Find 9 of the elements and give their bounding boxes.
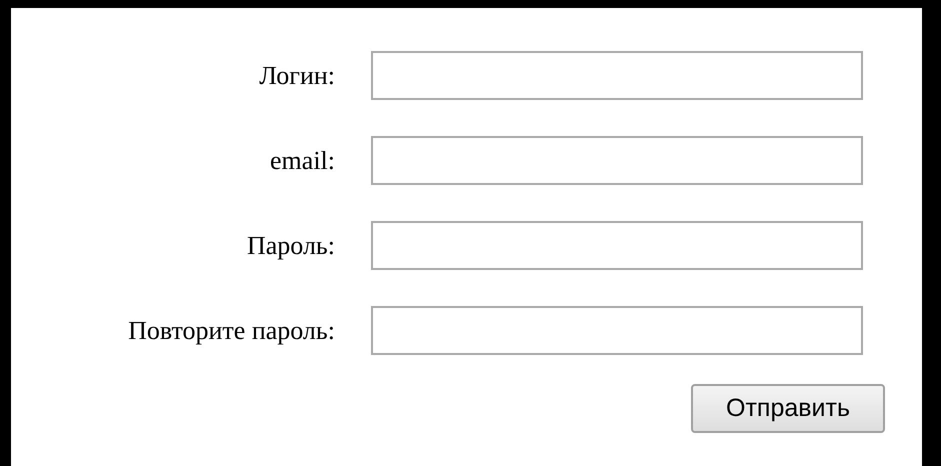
input-field[interactable]	[371, 51, 863, 100]
field-label: Пароль:	[246, 230, 335, 262]
input-field[interactable]	[371, 221, 863, 270]
input-field[interactable]	[371, 306, 863, 355]
field-label: Повторите пароль:	[127, 315, 335, 347]
field-label: email:	[269, 145, 335, 177]
submit-button[interactable]: Отправить	[691, 384, 885, 433]
input-field[interactable]	[371, 136, 863, 185]
field-label: Логин:	[258, 60, 335, 92]
